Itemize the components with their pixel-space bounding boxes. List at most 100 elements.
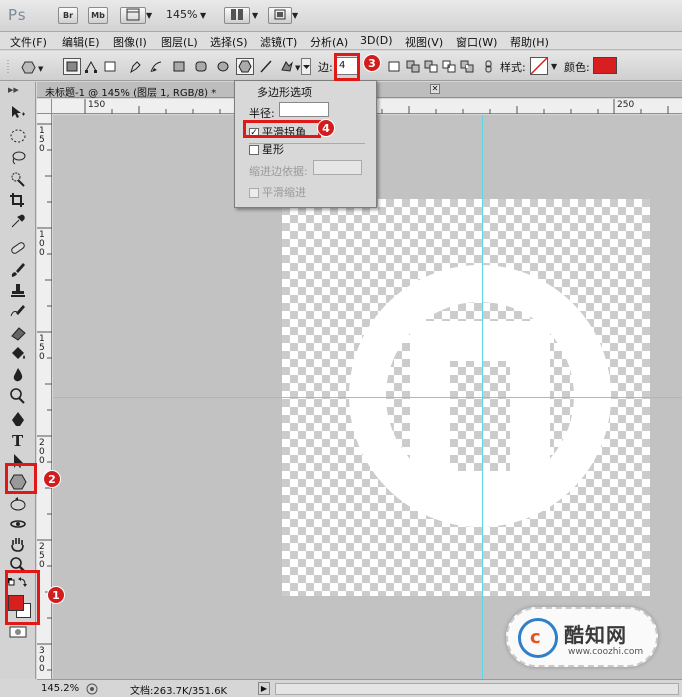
ellipse-shape-button[interactable] [214,58,232,75]
zoom-level-select[interactable]: 145% [166,8,197,21]
menu-window[interactable]: 窗口(W) [456,34,497,50]
eyedropper-tool[interactable] [9,213,29,231]
spot-healing-tool[interactable] [9,240,29,258]
screen-mode-button[interactable] [268,7,292,24]
blur-tool[interactable] [9,367,29,385]
geometry-options-button[interactable] [301,58,311,75]
chevron-down-icon [303,65,310,69]
move-tool[interactable] [9,104,29,122]
zoom-level-caret-icon[interactable]: ▼ [200,11,206,20]
arrange-documents-caret-icon[interactable]: ▼ [252,11,258,20]
history-brush-icon [10,305,25,317]
quick-selection-tool[interactable] [9,171,29,189]
style-picker-caret-icon[interactable]: ▼ [551,62,557,71]
hand-tool[interactable] [9,536,29,554]
close-document-icon[interactable]: ✕ [430,84,440,94]
shape-layers-mode-button[interactable] [63,58,81,75]
ruler-h-label: 150 [88,100,106,110]
line-shape-button[interactable] [257,58,275,75]
marquee-tool[interactable] [9,128,29,146]
custom-shape-button[interactable]: ▼ [278,58,302,75]
shape-color-swatch[interactable] [593,57,617,74]
horizontal-guide[interactable] [53,397,682,398]
lasso-tool[interactable] [9,150,29,168]
menu-filter[interactable]: 滤镜(T) [260,34,297,50]
chain-link-icon [485,60,492,73]
link-style-button[interactable] [480,58,498,75]
intersect-shape-area-button[interactable] [440,58,458,75]
info-cycle-icon [86,683,98,695]
radius-input[interactable] [279,102,329,117]
new-shape-layer-icon [388,61,400,72]
brush-icon [11,263,25,277]
quick-mask-button[interactable] [9,626,27,638]
tool-preset-picker[interactable]: ▼ [18,58,46,75]
star-checkbox[interactable] [249,145,259,155]
status-info-icon[interactable] [85,682,99,696]
horizontal-scrollbar[interactable] [275,683,679,695]
smooth-indents-checkbox [249,188,259,198]
pen-icon [130,61,141,73]
clone-stamp-tool[interactable] [9,283,29,301]
star-row[interactable]: 星形 [249,141,284,157]
foreground-color-fill [9,596,23,610]
status-menu-arrow[interactable]: ▶ [258,682,270,695]
paths-mode-button[interactable] [82,58,100,75]
water-drop-icon [13,368,23,382]
add-to-shape-area-button[interactable] [404,58,422,75]
menu-analysis[interactable]: 分析(A) [310,34,348,50]
polygon-shape-button[interactable] [236,58,254,75]
menu-image[interactable]: 图像(I) [113,34,147,50]
pen-tool[interactable] [9,411,29,429]
freeform-pen-button[interactable] [147,58,165,75]
pen-tool-button[interactable] [126,58,144,75]
rectangle-icon [173,61,185,72]
3d-rotate-tool[interactable] [9,496,29,514]
menu-edit[interactable]: 编辑(E) [62,34,100,50]
launch-mini-bridge-button[interactable]: Mb [88,7,108,24]
indent-input [313,160,362,175]
menu-help[interactable]: 帮助(H) [510,34,549,50]
type-tool[interactable]: T [9,432,29,450]
brush-tool[interactable] [9,262,29,280]
menu-view[interactable]: 视图(V) [405,34,443,50]
dodge-tool[interactable] [9,388,29,406]
quick-selection-icon [11,172,25,187]
pen-nib-icon [12,412,24,426]
menu-bar: 文件(F) 编辑(E) 图像(I) 图层(L) 选择(S) 滤镜(T) 分析(A… [0,32,682,50]
crop-tool[interactable] [9,192,29,210]
3d-rotate-icon [10,497,26,511]
ruler-v-label: 0 [39,664,45,674]
eraser-tool[interactable] [9,325,29,343]
rectangle-shape-button[interactable] [170,58,188,75]
style-picker[interactable] [530,57,548,75]
launch-bridge-button[interactable]: Br [58,7,78,24]
3d-orbit-tool[interactable] [9,516,29,534]
menu-layer[interactable]: 图层(L) [161,34,198,50]
screen-mode-caret-icon[interactable]: ▼ [292,11,298,20]
highlight-smooth-corners [243,120,321,138]
menu-file[interactable]: 文件(F) [10,34,47,50]
ruler-v-label: 0 [39,560,45,570]
no-style-icon [530,57,548,75]
paint-bucket-tool[interactable] [9,346,29,364]
elliptical-marquee-icon [10,129,26,143]
style-label: 样式: [500,61,526,74]
new-shape-layer-button[interactable] [385,58,403,75]
ruler-origin[interactable] [37,99,52,114]
history-brush-tool[interactable] [9,304,29,322]
view-extras-caret-icon[interactable]: ▼ [146,11,152,20]
menu-select[interactable]: 选择(S) [210,34,248,50]
subtract-shape-area-button[interactable] [422,58,440,75]
arrange-documents-button[interactable] [224,7,250,24]
rounded-rectangle-button[interactable] [192,58,210,75]
paint-bucket-icon [12,347,25,359]
highlight-sides-input [334,53,360,81]
foreground-color-swatch[interactable] [8,595,24,611]
svg-text:▶▶: ▶▶ [8,86,19,93]
fill-pixels-mode-button[interactable] [101,58,119,75]
exclude-shape-area-button[interactable] [458,58,476,75]
status-zoom-field[interactable]: 145.2% [39,682,79,696]
view-extras-button[interactable] [120,7,146,24]
menu-3d[interactable]: 3D(D) [360,34,393,47]
